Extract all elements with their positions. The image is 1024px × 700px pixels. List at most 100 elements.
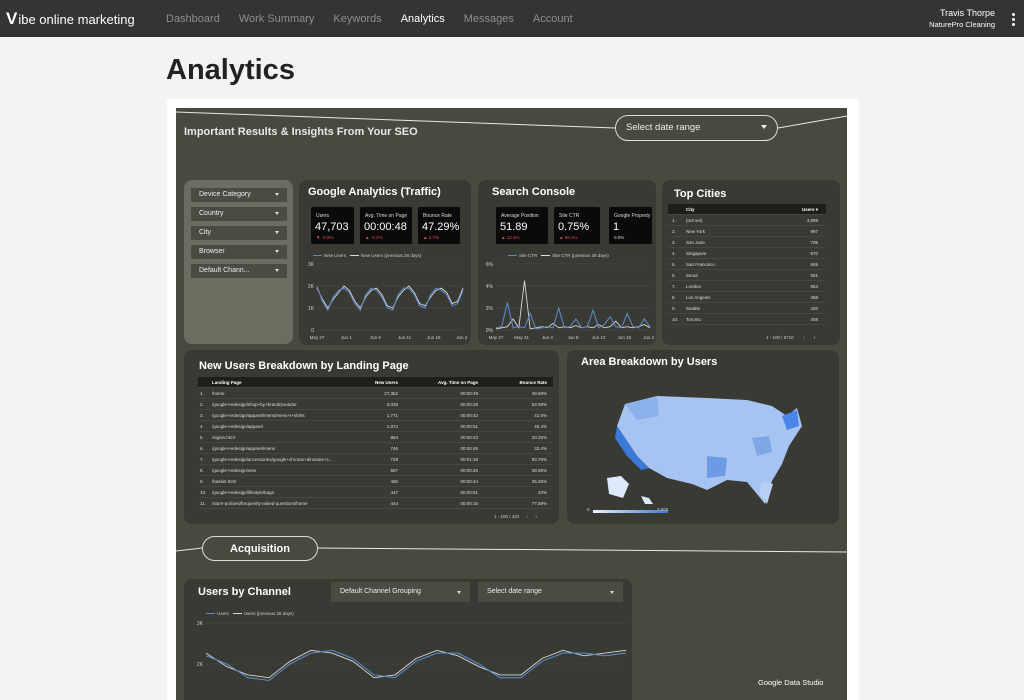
- table-cell: 3,026: [386, 402, 398, 407]
- ga-legend: New Users New Users (previous 28 days): [313, 253, 421, 258]
- y-tick-label: 2K: [197, 662, 204, 668]
- table-row[interactable]: 11. /store-policies/frequently-asked-ques…: [198, 498, 553, 509]
- x-tick-label: Jun 4: [542, 335, 554, 340]
- y-tick-label: 2K: [308, 284, 315, 290]
- y-tick-label: 2%: [486, 306, 494, 312]
- legend-previous: New Users (previous 28 days): [350, 253, 421, 258]
- table-row[interactable]: 5. /signin.html 864 00:00:43 20.25%: [198, 432, 553, 443]
- table-row[interactable]: 9. /basket.html 460 00:00:44 35.25%: [198, 476, 553, 487]
- filter-label: Default Chann...: [199, 267, 250, 274]
- table-cell: 27,352: [384, 391, 398, 396]
- kpi-value: 47.29%: [422, 221, 460, 233]
- chevron-down-icon: [275, 193, 279, 196]
- table-row[interactable]: 1. /home 27,352 00:00:49 49.69%: [198, 388, 553, 399]
- table-row[interactable]: 10. /google+redesign/lifestyle/bags 447 00:…: [198, 487, 553, 498]
- filter-browser[interactable]: Browser: [191, 245, 287, 259]
- table-cell: 7.: [200, 457, 204, 462]
- column-header[interactable]: Landing Page: [212, 380, 242, 385]
- table-cell: 4.: [200, 424, 204, 429]
- kpi-change: ▲ 2.7%: [423, 235, 439, 240]
- channel-date-range-dropdown[interactable]: Select date range: [478, 582, 623, 602]
- channel-grouping-dropdown[interactable]: Default Channel Grouping: [331, 582, 470, 602]
- table-row[interactable]: 1. (not set) 3,899: [668, 215, 826, 226]
- y-tick-label: 0: [311, 328, 314, 334]
- table-row[interactable]: 6. /google+redesign/apparel/mens 746 00:00:…: [198, 443, 553, 454]
- nav-item-messages[interactable]: Messages: [464, 13, 514, 25]
- table-row[interactable]: 4. /google+redesign/apparel 1,074 00:00:51 4…: [198, 421, 553, 432]
- column-header[interactable]: New Users: [375, 380, 398, 385]
- table-cell: 40.4%: [534, 424, 547, 429]
- nav-item-keywords[interactable]: Keywords: [333, 13, 381, 25]
- nav-item-account[interactable]: Account: [533, 13, 573, 25]
- table-cell: Los Angeles: [686, 295, 711, 300]
- table-cell: 77.59%: [531, 501, 547, 506]
- filters-panel: Device Category Country City Browser Def…: [184, 180, 293, 344]
- next-page-icon[interactable]: ›: [535, 514, 537, 519]
- filter-device-category[interactable]: Device Category: [191, 188, 287, 202]
- filter-country[interactable]: Country: [191, 207, 287, 221]
- table-row[interactable]: 8. /google+redesign/new 567 00:00:45 38.05%: [198, 465, 553, 476]
- next-page-icon[interactable]: ›: [814, 335, 816, 340]
- prev-page-icon[interactable]: ‹: [527, 514, 529, 519]
- table-cell: 38.05%: [531, 468, 547, 473]
- table-cell: 6.: [672, 273, 676, 278]
- table-row[interactable]: 2. /google+redesign/shop+by+brand/youtube…: [198, 399, 553, 410]
- logo-letter: V: [6, 9, 18, 28]
- column-header[interactable]: City: [686, 207, 695, 212]
- column-header[interactable]: Avg. Time on Page: [438, 380, 478, 385]
- x-tick-label: Jun 12: [592, 335, 606, 340]
- column-header[interactable]: Bounce Rate: [519, 380, 547, 385]
- prev-page-icon[interactable]: ‹: [803, 335, 805, 340]
- table-cell: /signin.html: [212, 435, 235, 440]
- table-cell: 3.: [672, 240, 676, 245]
- x-tick-label: Jun 21: [456, 335, 467, 340]
- table-cell: 00:00:28: [460, 402, 478, 407]
- area-card-title: Area Breakdown by Users: [581, 356, 718, 368]
- y-tick-label: 3K: [308, 262, 315, 268]
- table-row[interactable]: 10. Toronto 408: [668, 314, 826, 325]
- x-tick-label: Jun 20: [643, 335, 654, 340]
- table-cell: 655: [810, 262, 818, 267]
- date-range-selector[interactable]: Select date range: [615, 115, 778, 141]
- table-row[interactable]: 4. Singapore 670: [668, 248, 826, 259]
- table-cell: 40%: [537, 490, 547, 495]
- filter-label: City: [199, 229, 212, 236]
- channel-card-title: Users by Channel: [198, 586, 291, 598]
- filter-default-channel[interactable]: Default Chann...: [191, 264, 287, 278]
- x-tick-label: May 31: [514, 335, 529, 340]
- map-florida: [759, 481, 773, 504]
- chevron-down-icon: [610, 591, 614, 594]
- table-row[interactable]: 3. San Jose 705: [668, 237, 826, 248]
- table-row[interactable]: 7. London 554: [668, 281, 826, 292]
- table-cell: 00:00:43: [460, 435, 478, 440]
- table-row[interactable]: 9. Seattle 420: [668, 303, 826, 314]
- table-cell: /google+redesign/apparel/mens: [212, 446, 276, 451]
- landing-card-title: New Users Breakdown by Landing Page: [199, 360, 409, 372]
- user-info[interactable]: Travis Thorpe NaturePro Cleaning: [929, 8, 995, 29]
- filter-city[interactable]: City: [191, 226, 287, 240]
- table-cell: /home: [212, 391, 225, 396]
- nav-item-dashboard[interactable]: Dashboard: [166, 13, 220, 25]
- nav-item-work-summary[interactable]: Work Summary: [239, 13, 315, 25]
- table-row[interactable]: 3. /google+redesign/apparel/mens/mens+t+s…: [198, 410, 553, 421]
- series-previous-line: [316, 285, 464, 309]
- legend-current: Site CTR: [508, 253, 537, 258]
- more-menu-icon[interactable]: [1012, 13, 1016, 26]
- table-row[interactable]: 6. Seoul 591: [668, 270, 826, 281]
- table-row[interactable]: 2. New York 997: [668, 226, 826, 237]
- kpi-avg-position: Average Position 51.89 ▲ 12.3%: [496, 207, 548, 244]
- chevron-down-icon: [275, 231, 279, 234]
- table-row[interactable]: 8. Los Angeles 488: [668, 292, 826, 303]
- column-header[interactable]: Users ▾: [802, 207, 818, 213]
- table-row[interactable]: 7. /google+redesign/accessories/google+ch…: [198, 454, 553, 465]
- x-tick-label: Jun 6: [370, 335, 382, 340]
- table-cell: 444: [390, 501, 398, 506]
- nav-item-analytics[interactable]: Analytics: [401, 13, 445, 25]
- brand-logo[interactable]: V ibe online marketing: [6, 9, 135, 29]
- table-cell: 49.69%: [531, 391, 547, 396]
- table-row[interactable]: 5. San Francisco 655: [668, 259, 826, 270]
- cities-card-title: Top Cities: [674, 188, 727, 200]
- dashboard: Important Results & Insights From Your S…: [176, 108, 847, 700]
- users-by-channel-card: Users by Channel Default Channel Groupin…: [184, 579, 632, 700]
- series-current-line: [205, 649, 627, 681]
